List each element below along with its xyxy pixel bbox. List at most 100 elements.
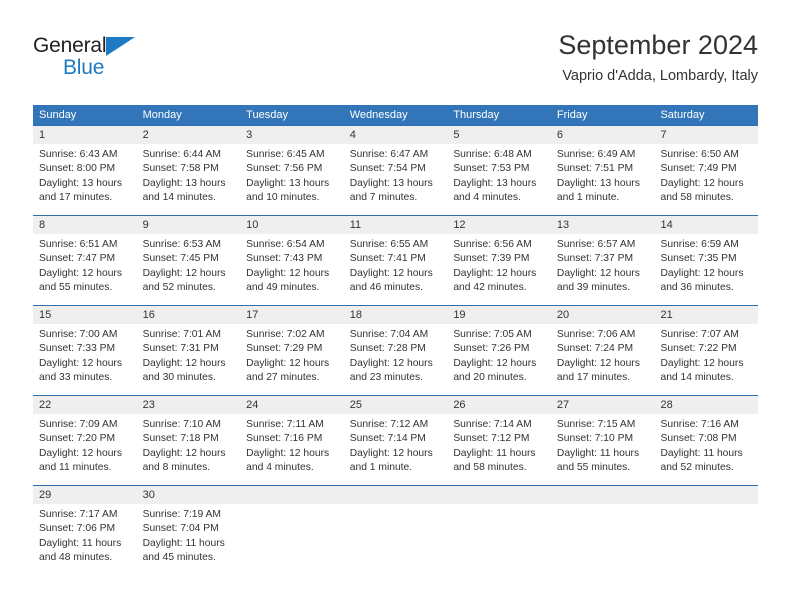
day-cell[interactable]: Sunrise: 7:10 AM Sunset: 7:18 PM Dayligh… [137,414,241,485]
day-number-empty [654,486,758,504]
day-number[interactable]: 1 [33,126,137,144]
day-cell[interactable]: Sunrise: 6:47 AM Sunset: 7:54 PM Dayligh… [344,144,448,215]
day-cell[interactable]: Sunrise: 6:45 AM Sunset: 7:56 PM Dayligh… [240,144,344,215]
daylight-text-line2: and 4 minutes. [453,191,521,203]
day-cell[interactable]: Sunrise: 7:04 AM Sunset: 7:28 PM Dayligh… [344,324,448,395]
day-number[interactable]: 28 [654,396,758,414]
sunset-text: Sunset: 7:51 PM [556,163,634,175]
day-number[interactable]: 16 [137,306,241,324]
day-number[interactable]: 15 [33,306,137,324]
daylight-text-line2: and 27 minutes. [246,371,320,383]
sunset-text: Sunset: 7:26 PM [453,343,530,355]
sunrise-text: Sunrise: 6:57 AM [556,239,636,250]
day-number[interactable]: 26 [447,396,551,414]
day-cell[interactable]: Sunrise: 7:07 AM Sunset: 7:22 PM Dayligh… [654,324,758,395]
sunset-text: Sunset: 7:49 PM [660,163,737,175]
day-cell[interactable]: Sunrise: 7:00 AM Sunset: 7:33 PM Dayligh… [33,324,137,395]
day-number[interactable]: 24 [240,396,344,414]
day-cell[interactable]: Sunrise: 7:12 AM Sunset: 7:14 PM Dayligh… [344,414,448,485]
sunset-text: Sunset: 7:14 PM [349,433,426,445]
day-cell[interactable]: Sunrise: 6:43 AM Sunset: 8:00 PM Dayligh… [33,144,137,215]
daylight-text-line1: Daylight: 13 hours [556,177,640,189]
day-cell[interactable]: Sunrise: 6:56 AM Sunset: 7:39 PM Dayligh… [447,234,551,305]
general-blue-logo[interactable]: General Blue [33,34,153,82]
day-number[interactable]: 30 [137,486,241,504]
daylight-text-line2: and 10 minutes. [246,191,320,203]
day-number[interactable]: 2 [137,126,241,144]
day-cell[interactable]: Sunrise: 6:54 AM Sunset: 7:43 PM Dayligh… [240,234,344,305]
day-number[interactable]: 6 [551,126,655,144]
day-cell[interactable]: Sunrise: 7:01 AM Sunset: 7:31 PM Dayligh… [137,324,241,395]
day-cell[interactable]: Sunrise: 7:02 AM Sunset: 7:29 PM Dayligh… [240,324,344,395]
day-cell[interactable]: Sunrise: 6:55 AM Sunset: 7:41 PM Dayligh… [344,234,448,305]
day-number[interactable]: 22 [33,396,137,414]
daylight-text-line1: Daylight: 12 hours [453,267,537,279]
day-number[interactable]: 10 [240,216,344,234]
week-daynumber-band: 1 2 3 4 5 6 7 [33,126,758,144]
day-number[interactable]: 9 [137,216,241,234]
day-cell[interactable]: Sunrise: 6:57 AM Sunset: 7:37 PM Dayligh… [551,234,655,305]
sunrise-text: Sunrise: 6:43 AM [39,149,118,160]
day-cell[interactable]: Sunrise: 6:48 AM Sunset: 7:53 PM Dayligh… [447,144,551,215]
daylight-text-line2: and 7 minutes. [349,191,418,203]
day-cell-empty: . [344,504,448,575]
day-cell[interactable]: Sunrise: 7:11 AM Sunset: 7:16 PM Dayligh… [240,414,344,485]
day-number[interactable]: 3 [240,126,344,144]
daylight-text-line1: Daylight: 12 hours [246,447,330,459]
week-detail-band: Sunrise: 7:17 AM Sunset: 7:06 PM Dayligh… [33,504,758,575]
day-number[interactable]: 14 [654,216,758,234]
day-cell[interactable]: Sunrise: 6:53 AM Sunset: 7:45 PM Dayligh… [137,234,241,305]
day-cell[interactable]: Sunrise: 7:15 AM Sunset: 7:10 PM Dayligh… [551,414,655,485]
logo-text-blue: Blue [63,56,105,79]
day-cell[interactable]: Sunrise: 7:06 AM Sunset: 7:24 PM Dayligh… [551,324,655,395]
day-number[interactable]: 20 [551,306,655,324]
sunrise-text: Sunrise: 7:15 AM [556,419,636,430]
day-number[interactable]: 18 [344,306,448,324]
day-number[interactable]: 5 [447,126,551,144]
day-number[interactable]: 25 [344,396,448,414]
day-number[interactable]: 21 [654,306,758,324]
daylight-text-line1: Daylight: 12 hours [349,267,433,279]
day-cell[interactable]: Sunrise: 7:19 AM Sunset: 7:04 PM Dayligh… [137,504,241,575]
sunrise-text: Sunrise: 7:02 AM [246,329,325,340]
daylight-text-line1: Daylight: 12 hours [349,447,433,459]
sunset-text: Sunset: 7:43 PM [246,253,323,265]
sunset-text: Sunset: 7:53 PM [453,163,530,175]
sunset-text: Sunset: 7:37 PM [556,253,634,265]
day-cell[interactable]: Sunrise: 7:16 AM Sunset: 7:08 PM Dayligh… [654,414,758,485]
day-cell[interactable]: Sunrise: 6:50 AM Sunset: 7:49 PM Dayligh… [654,144,758,215]
daylight-text-line2: and 46 minutes. [349,281,424,293]
sunrise-text: Sunrise: 6:48 AM [453,149,532,160]
week-detail-band: Sunrise: 6:51 AM Sunset: 7:47 PM Dayligh… [33,234,758,305]
week-detail-band: Sunrise: 7:00 AM Sunset: 7:33 PM Dayligh… [33,324,758,395]
day-cell[interactable]: Sunrise: 7:17 AM Sunset: 7:06 PM Dayligh… [33,504,137,575]
daylight-text-line1: Daylight: 12 hours [349,357,433,369]
day-number-empty [240,486,344,504]
day-cell[interactable]: Sunrise: 7:05 AM Sunset: 7:26 PM Dayligh… [447,324,551,395]
day-number[interactable]: 29 [33,486,137,504]
day-cell[interactable]: Sunrise: 7:14 AM Sunset: 7:12 PM Dayligh… [447,414,551,485]
day-number[interactable]: 11 [344,216,448,234]
daylight-text-line1: Daylight: 12 hours [246,267,330,279]
day-cell[interactable]: Sunrise: 7:09 AM Sunset: 7:20 PM Dayligh… [33,414,137,485]
day-cell[interactable]: Sunrise: 6:44 AM Sunset: 7:58 PM Dayligh… [137,144,241,215]
day-cell[interactable]: Sunrise: 6:49 AM Sunset: 7:51 PM Dayligh… [551,144,655,215]
daylight-text-line2: and 45 minutes. [142,551,216,563]
day-number[interactable]: 13 [551,216,655,234]
day-number[interactable]: 7 [654,126,758,144]
daylight-text-line2: and 33 minutes. [39,371,113,383]
day-number[interactable]: 17 [240,306,344,324]
day-number[interactable]: 8 [33,216,137,234]
day-cell[interactable]: Sunrise: 6:51 AM Sunset: 7:47 PM Dayligh… [33,234,137,305]
day-number[interactable]: 19 [447,306,551,324]
day-number[interactable]: 23 [137,396,241,414]
weekday-header-tuesday: Tuesday [246,109,288,121]
daylight-text-line1: Daylight: 11 hours [556,447,640,459]
day-number[interactable]: 12 [447,216,551,234]
day-cell[interactable]: Sunrise: 6:59 AM Sunset: 7:35 PM Dayligh… [654,234,758,305]
day-number[interactable]: 4 [344,126,448,144]
sunrise-text: Sunrise: 6:54 AM [246,239,325,250]
day-number[interactable]: 27 [551,396,655,414]
daylight-text-line2: and 8 minutes. [142,461,211,473]
daylight-text-line1: Daylight: 12 hours [39,357,122,369]
